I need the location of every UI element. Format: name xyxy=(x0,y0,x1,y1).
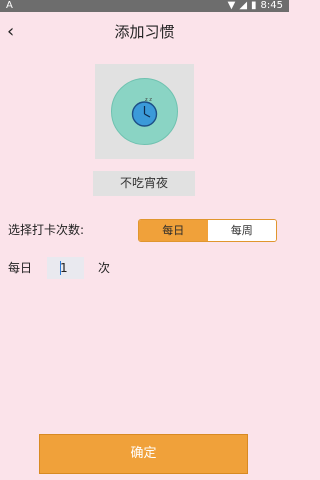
frequency-option-daily[interactable]: 每日 xyxy=(139,220,208,241)
notification-icon: A xyxy=(6,0,13,11)
battery-icon: ▮ xyxy=(251,0,257,11)
frequency-segmented-control: 每日 每周 xyxy=(138,219,277,242)
signal-icon: ◢ xyxy=(239,0,248,11)
svg-text:z z: z z xyxy=(145,97,152,103)
daily-count-suffix: 次 xyxy=(98,261,111,275)
wifi-icon: ▼ xyxy=(227,0,236,11)
confirm-button[interactable]: 确定 xyxy=(39,434,248,474)
daily-count-prefix: 每日 xyxy=(8,261,33,275)
clock-night-icon: z z xyxy=(111,78,178,145)
text-cursor xyxy=(60,261,61,275)
status-time: 8:45 xyxy=(260,0,283,11)
habit-name-button[interactable]: 不吃宵夜 xyxy=(93,171,195,196)
status-icons: ▼ ◢ ▮ 8:45 xyxy=(228,0,283,12)
frequency-option-weekly[interactable]: 每周 xyxy=(207,220,276,241)
habit-icon-card[interactable]: z z xyxy=(95,64,194,159)
daily-count-input[interactable] xyxy=(47,257,84,279)
page-title: 添加习惯 xyxy=(114,23,175,41)
frequency-label: 选择打卡次数: xyxy=(8,223,85,237)
status-bar: A ▼ ◢ ▮ 8:45 xyxy=(0,0,289,12)
